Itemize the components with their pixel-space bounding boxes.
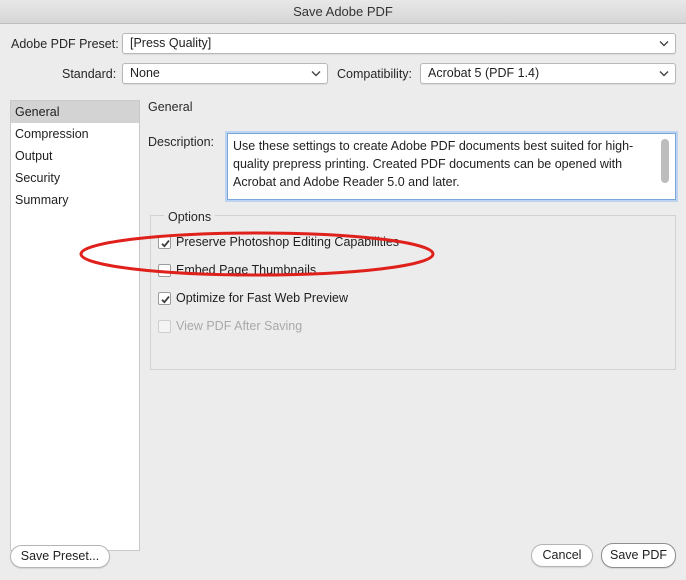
option-preserve-editing[interactable]: Preserve Photoshop Editing Capabilities	[158, 233, 399, 251]
description-text[interactable]: Use these settings to create Adobe PDF d…	[227, 133, 676, 200]
description-scrollbar[interactable]	[661, 139, 669, 183]
option-label: Preserve Photoshop Editing Capabilities	[176, 235, 400, 249]
sidebar-item-security[interactable]: Security	[11, 167, 139, 189]
preset-select[interactable]: [Press Quality]	[122, 33, 676, 54]
description-content: Use these settings to create Adobe PDF d…	[233, 139, 634, 189]
description-label: Description:	[148, 135, 214, 149]
chevron-down-icon	[311, 71, 321, 77]
compatibility-value: Acrobat 5 (PDF 1.4)	[428, 66, 540, 80]
sidebar-item-general[interactable]: General	[11, 101, 139, 123]
standard-value: None	[130, 66, 160, 80]
chevron-down-icon	[659, 71, 669, 77]
preset-value: [Press Quality]	[130, 36, 212, 50]
option-label: Embed Page Thumbnails	[176, 263, 317, 277]
option-fast-web-preview[interactable]: Optimize for Fast Web Preview	[158, 289, 348, 307]
checkmark-icon	[161, 239, 170, 248]
options-divider	[150, 215, 676, 216]
checkbox-fast-web-preview[interactable]	[158, 291, 171, 305]
preset-label: Adobe PDF Preset:	[11, 37, 119, 51]
save-pdf-dialog: Adobe PDF Preset: [Press Quality] Standa…	[0, 24, 686, 580]
compatibility-select[interactable]: Acrobat 5 (PDF 1.4)	[420, 63, 676, 84]
option-label: View PDF After Saving	[176, 319, 303, 333]
checkmark-icon	[161, 295, 170, 304]
option-label: Optimize for Fast Web Preview	[176, 291, 349, 305]
compatibility-label: Compatibility:	[337, 67, 413, 81]
cancel-button[interactable]: Cancel	[531, 544, 593, 567]
sidebar-item-output[interactable]: Output	[11, 145, 139, 167]
standard-label: Standard:	[62, 67, 117, 81]
option-view-after-saving: View PDF After Saving	[158, 317, 302, 335]
checkbox-view-after-saving	[158, 319, 171, 333]
section-sidebar: General Compression Output Security Summ…	[10, 100, 140, 551]
checkbox-preserve-editing[interactable]	[158, 235, 171, 249]
sidebar-item-compression[interactable]: Compression	[11, 123, 139, 145]
section-title: General	[148, 100, 193, 114]
standard-select[interactable]: None	[122, 63, 328, 84]
save-pdf-button[interactable]: Save PDF	[601, 543, 676, 568]
save-preset-button[interactable]: Save Preset...	[10, 545, 110, 568]
checkbox-embed-thumbnails[interactable]	[158, 263, 171, 277]
options-title: Options	[164, 210, 216, 224]
chevron-down-icon	[659, 41, 669, 47]
option-embed-thumbnails[interactable]: Embed Page Thumbnails	[158, 261, 316, 279]
window-title: Save Adobe PDF	[0, 0, 686, 24]
sidebar-item-summary[interactable]: Summary	[11, 189, 139, 211]
